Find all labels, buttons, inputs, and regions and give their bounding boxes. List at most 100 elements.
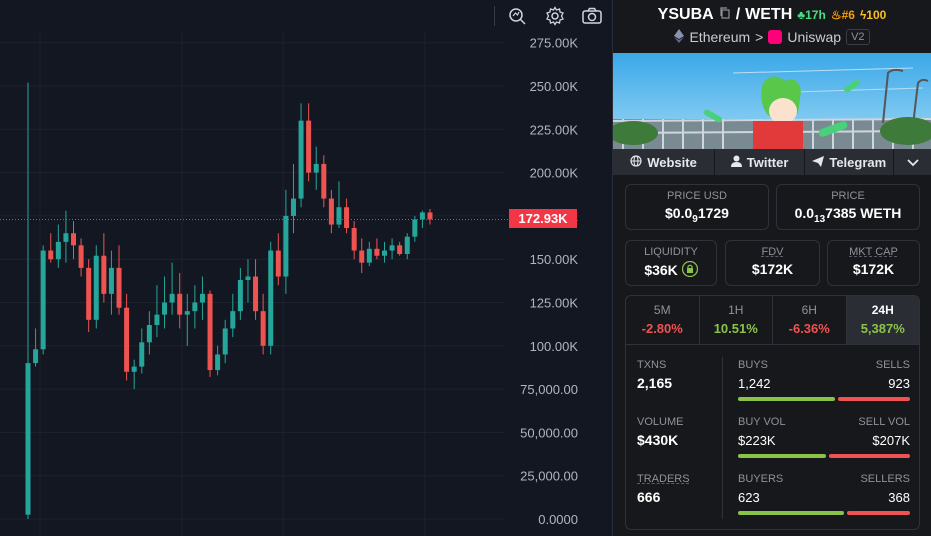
user-icon xyxy=(730,155,742,170)
txns-stat: TXNS 2,165 xyxy=(637,359,672,391)
candle-body xyxy=(374,248,380,256)
candle-body xyxy=(344,207,350,229)
candle-body xyxy=(306,120,312,173)
dex-version-badge: V2 xyxy=(846,29,870,45)
candle-body xyxy=(124,307,130,372)
buy-vol-value: $223K xyxy=(738,433,776,448)
y-axis-tick-label: 125.00K xyxy=(530,296,579,311)
candle-body xyxy=(154,314,160,326)
lock-icon[interactable] xyxy=(681,260,698,280)
stats-divider xyxy=(722,357,723,519)
buy-vol-bar xyxy=(738,454,826,458)
candle-body xyxy=(404,236,410,255)
tab-6h[interactable]: 6H -6.36% xyxy=(773,296,847,344)
y-axis-tick-label: 200.00K xyxy=(530,166,579,181)
candle-body xyxy=(184,311,190,315)
candle-body xyxy=(40,250,46,350)
toolbar-separator xyxy=(494,6,495,26)
candlestick-chart[interactable]: 275.00K250.00K225.00K200.00K175.00K150.0… xyxy=(0,0,612,536)
telegram-icon xyxy=(812,155,825,170)
traders-value: 666 xyxy=(637,489,661,505)
candle-body xyxy=(63,233,69,242)
candle-body xyxy=(321,163,327,199)
indicator-icon[interactable] xyxy=(504,4,530,28)
candle-body xyxy=(116,267,122,308)
pair-separator: / xyxy=(735,6,741,23)
trending-rank[interactable]: ♨#6 xyxy=(831,8,855,22)
candle-body xyxy=(55,241,61,260)
price-native-value: 0.0137385 WETH xyxy=(794,205,902,225)
candle-body xyxy=(389,245,395,251)
fdv-label[interactable]: FDV xyxy=(726,246,819,258)
candle-body xyxy=(366,248,372,263)
candle-body xyxy=(162,302,168,315)
candle-body xyxy=(275,250,281,277)
tab-24h[interactable]: 24H 5,387% xyxy=(846,296,919,344)
pair-info-panel: YSUBA / WETH ♣17h ♨#6 ϟ100 Ethereum > Un… xyxy=(613,0,931,536)
liquidity-value: $36K xyxy=(626,260,716,280)
candle-body xyxy=(290,198,296,216)
candle-body xyxy=(268,250,274,346)
telegram-link[interactable]: Telegram xyxy=(805,149,895,175)
candle-body xyxy=(336,207,342,225)
camera-icon[interactable] xyxy=(579,4,605,28)
y-axis-tick-label: 75,000.00 xyxy=(520,382,578,397)
pair-quote-symbol: WETH xyxy=(745,6,793,23)
chain-name[interactable]: Ethereum xyxy=(689,29,750,45)
market-cap-value: $172K xyxy=(852,261,895,277)
price-chart[interactable]: 275.00K250.00K225.00K200.00K175.00K150.0… xyxy=(0,0,612,536)
chevron-right-icon: > xyxy=(755,29,764,45)
y-axis-tick-label: 0.0000 xyxy=(538,512,578,527)
pair-base-symbol[interactable]: YSUBA xyxy=(658,6,714,24)
sell-vol-value: $207K xyxy=(872,433,910,448)
ethereum-icon xyxy=(674,28,685,46)
sells-bar xyxy=(838,397,910,401)
uniswap-icon xyxy=(768,30,783,44)
buy-vol-label: BUY VOL xyxy=(738,416,786,428)
buys-value: 1,242 xyxy=(738,376,771,391)
candle-body xyxy=(381,250,387,256)
tab-1h[interactable]: 1H 10.51% xyxy=(700,296,773,344)
candle-body xyxy=(101,255,107,294)
candle-body xyxy=(215,354,221,371)
volume-label: VOLUME xyxy=(637,416,684,428)
candle-body xyxy=(169,293,175,303)
tab-5m[interactable]: 5M -2.80% xyxy=(626,296,700,344)
volume-stat: VOLUME $430K xyxy=(637,416,683,448)
candle-body xyxy=(177,293,183,315)
fdv-card: FDV $172K xyxy=(725,240,820,286)
sell-vol-label: SELL VOL xyxy=(858,416,910,428)
buyers-sellers-stat: BUYERS SELLERS 623 368 xyxy=(738,473,910,515)
chain-info: Ethereum > Uniswap V2 xyxy=(613,27,931,47)
candle-body xyxy=(230,311,236,329)
market-cap-label[interactable]: MKT CAP xyxy=(828,246,919,258)
website-link[interactable]: Website xyxy=(613,149,716,175)
y-axis-tick-label: 275.00K xyxy=(530,36,579,51)
candle-body xyxy=(298,120,304,199)
dex-name[interactable]: Uniswap xyxy=(787,29,841,45)
candle-body xyxy=(48,250,54,260)
candle-body xyxy=(222,328,228,355)
candle-body xyxy=(78,245,84,268)
buyers-bar xyxy=(738,511,844,515)
more-links-button[interactable] xyxy=(894,149,931,175)
chevron-down-icon xyxy=(907,155,919,170)
volume-value: $430K xyxy=(637,432,679,448)
candle-body xyxy=(25,363,31,515)
boost-count[interactable]: ϟ100 xyxy=(860,8,886,22)
candle-body xyxy=(245,276,251,280)
candle-body xyxy=(427,212,433,220)
sprout-icon: ♣ xyxy=(797,8,806,22)
copy-icon[interactable] xyxy=(719,6,731,24)
settings-icon[interactable] xyxy=(542,4,568,28)
token-banner-image xyxy=(613,53,931,149)
buyers-label: BUYERS xyxy=(738,473,784,485)
candle-body xyxy=(359,250,365,263)
current-price-label: 172.93K xyxy=(509,209,577,228)
flame-icon: ♨ xyxy=(830,8,842,22)
chart-toolbar xyxy=(0,0,612,32)
twitter-link[interactable]: Twitter xyxy=(715,149,806,175)
buys-bar xyxy=(738,397,835,401)
candle-body xyxy=(283,215,289,277)
traders-stat: TRADERS 666 xyxy=(637,473,690,505)
